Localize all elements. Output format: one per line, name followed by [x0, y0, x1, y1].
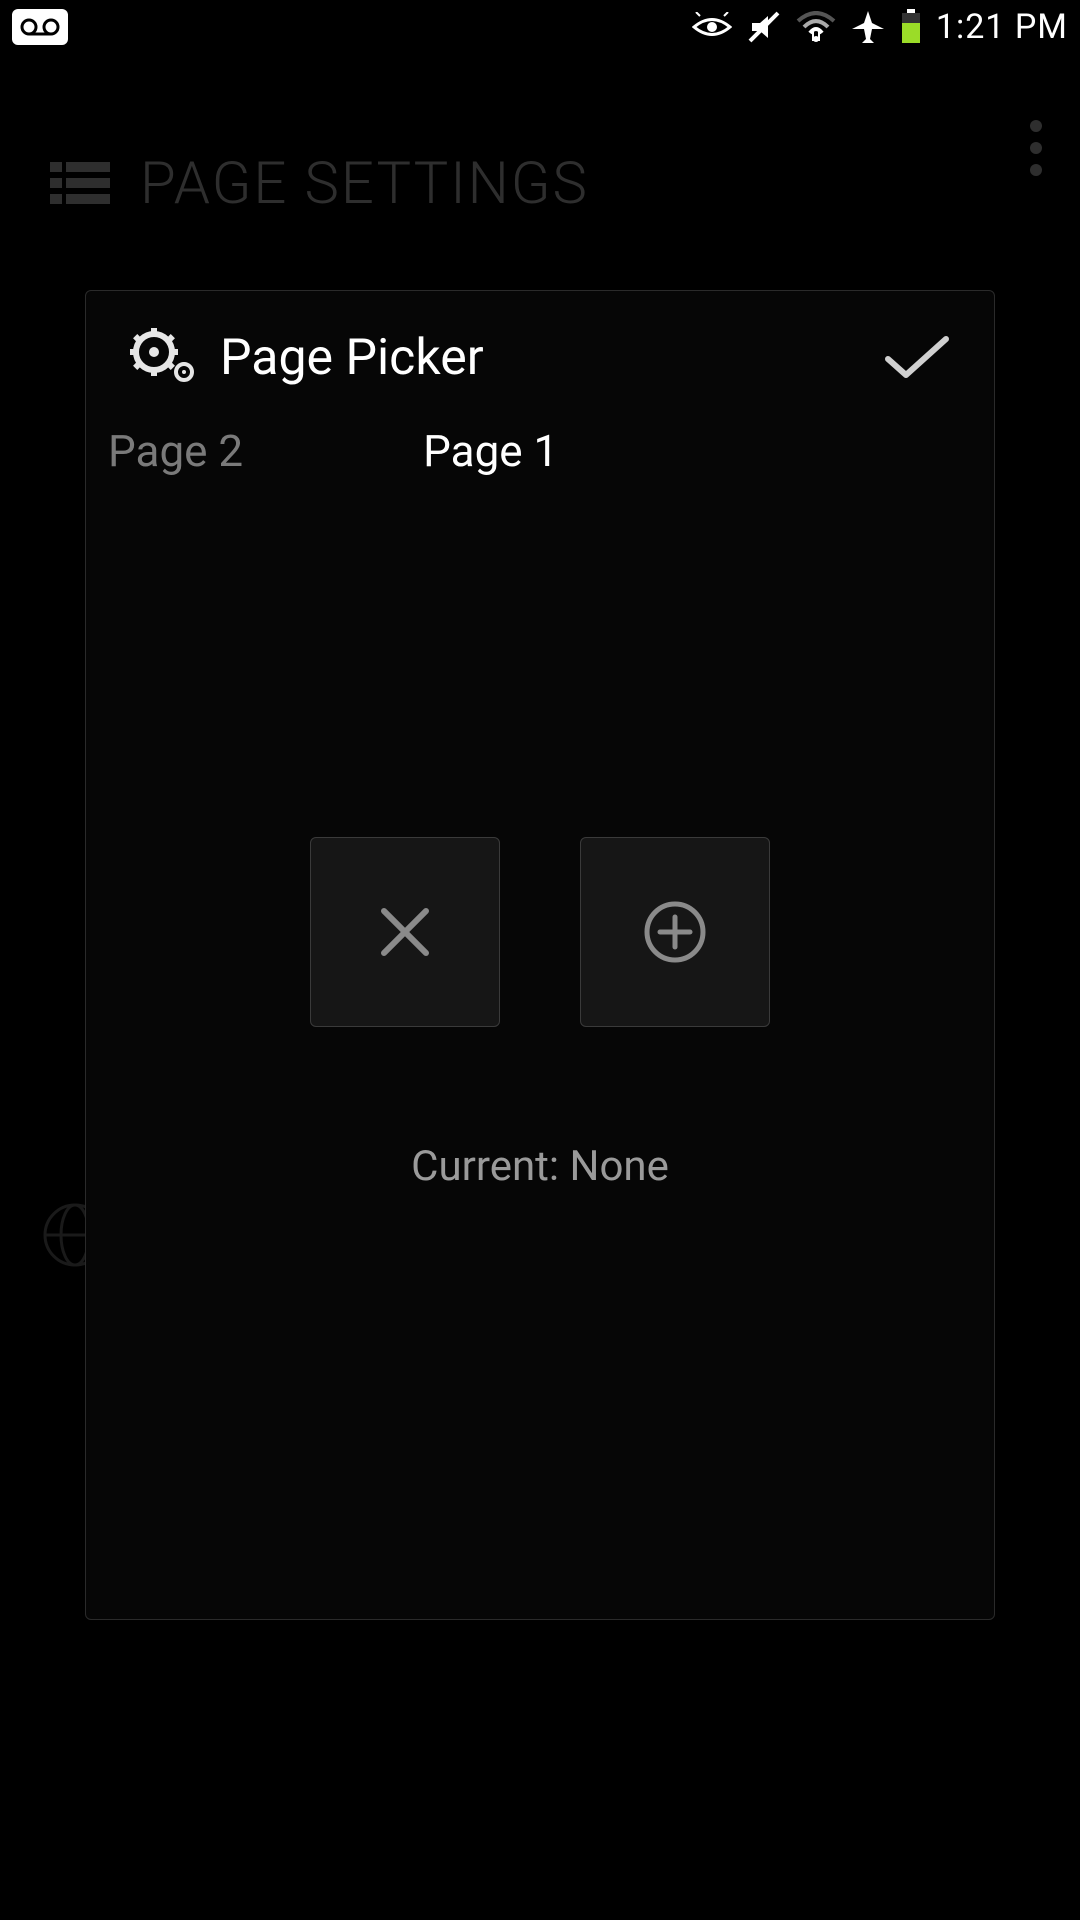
airplane-mode-icon [850, 9, 886, 45]
page-picker-dialog: Page Picker Page 2 Page 1 [85, 290, 995, 1620]
confirm-button[interactable] [872, 321, 962, 395]
current-page-label: Current: None [411, 1142, 669, 1191]
close-icon [370, 897, 440, 967]
action-buttons [310, 837, 770, 1027]
eye-icon [692, 12, 732, 42]
tab-page-1[interactable]: Page 1 [423, 425, 558, 477]
tab-page-2[interactable]: Page 2 [108, 425, 243, 477]
status-right: 1:21 PM [692, 7, 1068, 47]
delete-button[interactable] [310, 837, 500, 1027]
voicemail-icon [12, 9, 68, 45]
page-area: Current: None [98, 497, 982, 1619]
page-tabs: Page 2 Page 1 [98, 415, 982, 497]
status-left [12, 9, 68, 45]
plus-circle-icon [640, 897, 710, 967]
settings-gear-icon [128, 328, 198, 388]
mute-icon [746, 9, 782, 45]
add-button[interactable] [580, 837, 770, 1027]
background-header: PAGE SETTINGS [0, 150, 1080, 218]
status-clock: 1:21 PM [936, 7, 1068, 47]
dialog-header: Page Picker [98, 291, 982, 415]
background-title: PAGE SETTINGS [140, 150, 589, 218]
battery-icon [900, 9, 922, 45]
status-bar: 1:21 PM [0, 0, 1080, 54]
list-icon [50, 160, 110, 208]
checkmark-icon [882, 331, 952, 385]
dialog-title: Page Picker [220, 329, 850, 387]
wifi-icon [796, 11, 836, 43]
